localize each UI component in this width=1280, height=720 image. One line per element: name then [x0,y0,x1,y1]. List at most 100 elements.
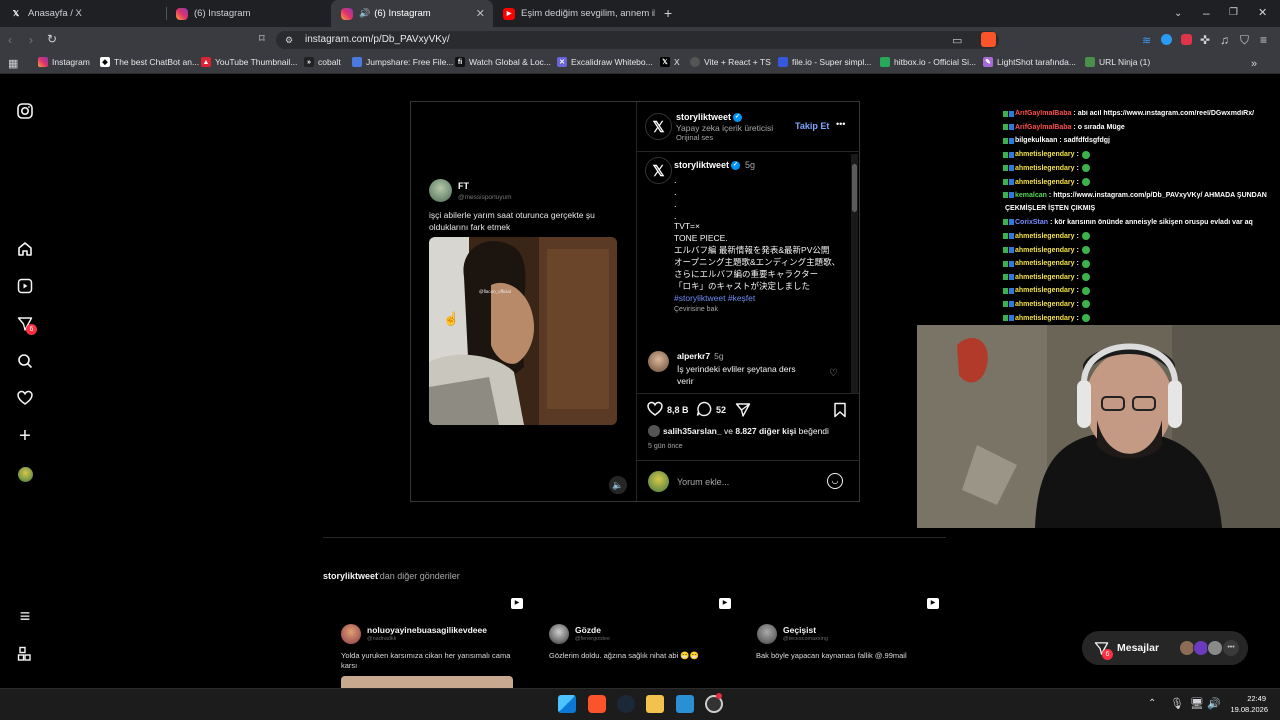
clock-time[interactable]: 22:49 [1232,694,1266,703]
bookmark-item[interactable]: hitbox.io - Official Si... [880,57,976,67]
shield-icon[interactable]: ⛉ [1240,33,1249,47]
store-icon[interactable] [676,695,694,713]
window-close-icon[interactable]: ✕ [1258,6,1267,20]
tray-chevron-icon[interactable]: ⌃ [1148,697,1156,711]
volume-icon[interactable]: 🔊 [1207,697,1221,711]
bookmark-item[interactable]: ✎ LightShot tarafında... [983,57,1076,67]
comment-input[interactable]: Yorum ekle... [677,477,729,487]
chat-badge-icon [1003,233,1008,240]
scrollbar[interactable] [851,154,858,394]
brave-browser-icon[interactable] [588,695,606,713]
more-options-icon[interactable]: ••• [836,119,845,129]
caption-hashtags[interactable]: #storyliktweet #keşfet [674,292,842,304]
forward-icon[interactable]: › [29,33,33,47]
tweet-image: @flacon_official [429,237,617,425]
tab-x[interactable]: 𝕏 Anasayfa / X [0,0,165,27]
microphone-icon[interactable]: 🎙 [1170,697,1184,711]
url-text[interactable]: instagram.com/p/Db_PAVxyVKy/ [305,34,450,45]
bookmark-item[interactable]: ✕ Excalidraw Whitebo... [557,57,653,67]
liker-avatar[interactable] [648,425,660,437]
threads-icon[interactable] [16,645,34,663]
bookmark-item[interactable]: file.io - Super simpl... [778,57,871,67]
chat-message: bilgekulkaan: sadfdfdsgfdgj [1003,137,1110,144]
network-icon[interactable]: 🖥 [1190,697,1204,711]
maximize-icon[interactable]: ❐ [1229,6,1238,20]
minimize-icon[interactable]: – [1203,6,1210,20]
bookmark-item[interactable]: fi Watch Global & Loc... [455,57,551,67]
more-post-card[interactable]: ▶ noluoyayinebuasagilikevdeee @nadnadkk … [323,592,529,688]
globe-icon [690,57,700,67]
extension-icon-1[interactable] [1161,34,1172,45]
translate-link[interactable]: Çevirisine bak [674,304,842,316]
create-icon[interactable]: + [16,425,34,447]
post-media[interactable]: FT @messisporluyum işçi abilerle yarım s… [411,102,635,501]
more-bookmarks-icon[interactable]: » [1251,57,1257,71]
chat-badge-icon [1003,179,1008,185]
save-icon[interactable] [833,402,847,421]
bookmark-item[interactable]: Vite + React + TS [690,57,771,67]
menu-icon[interactable]: ≡ [1260,33,1267,47]
instagram-icon [38,57,48,67]
bookmark-icon[interactable]: ⌑ [259,32,265,46]
file-explorer-icon[interactable] [646,695,664,713]
like-icon[interactable] [647,401,663,420]
author-username[interactable]: storyliktweet ✓ [676,112,743,123]
bookmark-item[interactable]: URL Ninja (1) [1085,57,1150,67]
cast-icon[interactable]: ▭ [952,34,962,48]
back-icon[interactable]: ‹ [8,33,12,47]
apps-icon[interactable]: ▦ [8,57,18,71]
urlninja-icon [1085,57,1095,67]
site-info-icon[interactable]: ⚙ [285,33,293,47]
tab-instagram-active[interactable]: 🔊 (6) Instagram ✕ [331,0,493,27]
chat-emote-icon [1081,246,1090,254]
audio-label[interactable]: Orijinal ses [676,133,713,142]
comment-like-icon[interactable]: ♡ [829,368,838,379]
comment-icon[interactable] [696,401,712,420]
bookmark-item[interactable]: 𝕏X [660,57,680,67]
tab-youtube[interactable]: ▶ Eşim dediğim sevgilim, annem ile ka... [493,0,655,27]
clock-date[interactable]: 19.08.2026 [1222,705,1268,714]
caption-username[interactable]: storyliktweet ✓ 5g [674,160,755,171]
more-menu-icon[interactable]: ≡ [16,606,34,626]
windows-start-icon[interactable] [558,695,576,713]
address-bar[interactable]: ⚙ instagram.com/p/Db_PAVxyVKy/ [276,31,999,49]
audio-icon[interactable]: ≋ [1142,34,1151,47]
comment-username[interactable]: alperkr7 5g [677,351,724,361]
more-post-card[interactable]: ▶ Gözde @fenergotdee Gözlerim doldu. ağz… [531,592,737,688]
bookmark-item[interactable]: Instagram [38,57,90,67]
follow-button[interactable]: Takip Et [795,121,829,131]
music-icon[interactable]: ♫ [1220,33,1229,47]
card-name: noluoyayinebuasagilikevdeee [367,625,487,635]
reload-icon[interactable]: ↻ [47,32,57,46]
extensions-icon[interactable]: ✜ [1200,33,1210,47]
search-icon[interactable] [16,352,34,370]
tab-instagram-1[interactable]: (6) Instagram [166,0,331,27]
chat-badge-icon [1009,124,1014,131]
messages-button[interactable]: 6 Mesajlar ••• [1082,631,1248,665]
brave-shield-icon[interactable] [981,32,996,47]
extension-icon-2[interactable] [1181,34,1192,45]
profile-avatar[interactable] [16,465,34,483]
heart-icon[interactable] [16,389,34,407]
commenter-avatar[interactable] [648,351,669,372]
caption-text: TVT=× TONE PIECE. エルバフ編 最新情報を発表&最新PV公開 オ… [674,220,842,316]
mute-toggle-icon[interactable]: 🔈 [609,476,627,494]
reels-icon[interactable] [16,277,34,295]
caption-avatar[interactable]: 𝕏 [645,157,672,184]
share-icon[interactable] [735,402,751,421]
bookmark-item[interactable]: ◆ The best ChatBot an... [100,57,199,67]
liked-by-text[interactable]: salih35arslan_ ve 8.827 diğer kişi beğen… [663,426,829,436]
new-tab-button[interactable]: + [664,6,672,20]
tab-search-icon[interactable]: ⌄ [1174,7,1182,21]
home-icon[interactable] [16,240,34,258]
youtube-icon: ▶ [503,7,515,20]
bookmark-item[interactable]: » cobalt [304,57,341,67]
more-post-card[interactable]: ▶ Geçişist @tecescomaxxing Bak böyle yap… [739,592,945,688]
emoji-icon[interactable]: ◡ [827,473,843,489]
steam-icon[interactable] [617,695,635,713]
bookmark-item[interactable]: ▲ YouTube Thumbnail... [201,57,297,67]
bookmark-item[interactable]: Jumpshare: Free File... [352,57,453,67]
instagram-logo-icon[interactable] [16,102,34,120]
author-avatar[interactable]: 𝕏 [645,113,672,140]
close-tab-icon[interactable]: ✕ [476,7,485,20]
